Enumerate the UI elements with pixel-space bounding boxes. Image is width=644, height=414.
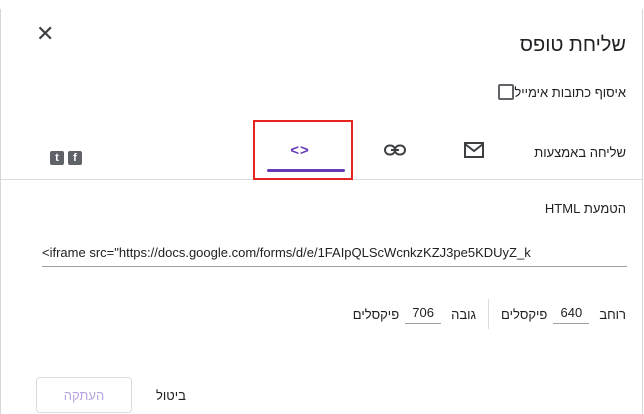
embed-dimensions: רוחב 640 פיקסלים גובה 706 פיקסלים (341, 299, 626, 329)
tab-email[interactable] (452, 135, 496, 165)
width-label: רוחב (599, 306, 626, 322)
send-form-dialog: ✕ שליחת טופס איסוף כתובות אימייל שליחה ב… (0, 9, 643, 414)
height-label: גובה (451, 306, 477, 322)
height-unit: פיקסלים (352, 306, 400, 322)
collect-emails-label: איסוף כתובות אימייל (514, 84, 626, 100)
twitter-icon[interactable]: t (50, 151, 64, 165)
envelope-icon (464, 142, 484, 158)
embed-section-title: הטמעת HTML (544, 201, 626, 216)
dialog-footer: העתקה ביטול (36, 377, 186, 413)
width-input[interactable]: 640 (553, 305, 590, 324)
dialog-title: שליחת טופס (519, 34, 626, 56)
facebook-icon[interactable]: f (68, 151, 82, 165)
link-icon (384, 144, 406, 156)
top-cropped-strip (0, 0, 644, 9)
close-icon[interactable]: ✕ (36, 23, 54, 45)
copy-button[interactable]: העתקה (36, 377, 132, 413)
cancel-button[interactable]: ביטול (156, 388, 186, 403)
dimension-divider (488, 299, 490, 329)
height-input[interactable]: 706 (405, 305, 442, 324)
send-via-label: שליחה באמצעות (534, 145, 626, 160)
tab-link[interactable] (373, 135, 417, 165)
width-unit: פיקסלים (501, 306, 548, 322)
collect-emails-option[interactable]: איסוף כתובות אימייל (490, 84, 626, 100)
highlight-box (253, 120, 353, 180)
embed-code-field[interactable]: <iframe src="https://docs.google.com/for… (42, 245, 627, 267)
collect-emails-checkbox[interactable] (498, 84, 515, 100)
